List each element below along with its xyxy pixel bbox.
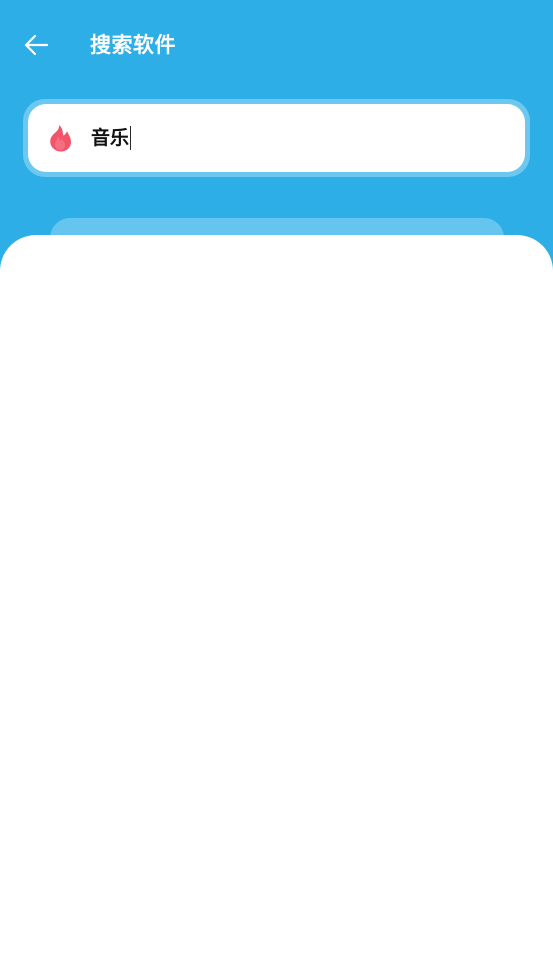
text-cursor — [130, 126, 132, 150]
fire-icon — [50, 125, 71, 152]
page-title: 搜索软件 — [90, 33, 176, 57]
search-input-value: 音乐 — [91, 127, 130, 149]
search-bar: 音乐 — [23, 99, 530, 177]
app-header: 搜索软件 — [0, 0, 553, 90]
search-input[interactable]: 音乐 — [91, 122, 132, 154]
screen: 搜索软件 音乐 — [0, 0, 553, 971]
results-panel — [0, 235, 553, 971]
arrow-left-icon — [24, 34, 49, 56]
back-button[interactable] — [18, 28, 54, 62]
search-field[interactable]: 音乐 — [28, 104, 525, 172]
